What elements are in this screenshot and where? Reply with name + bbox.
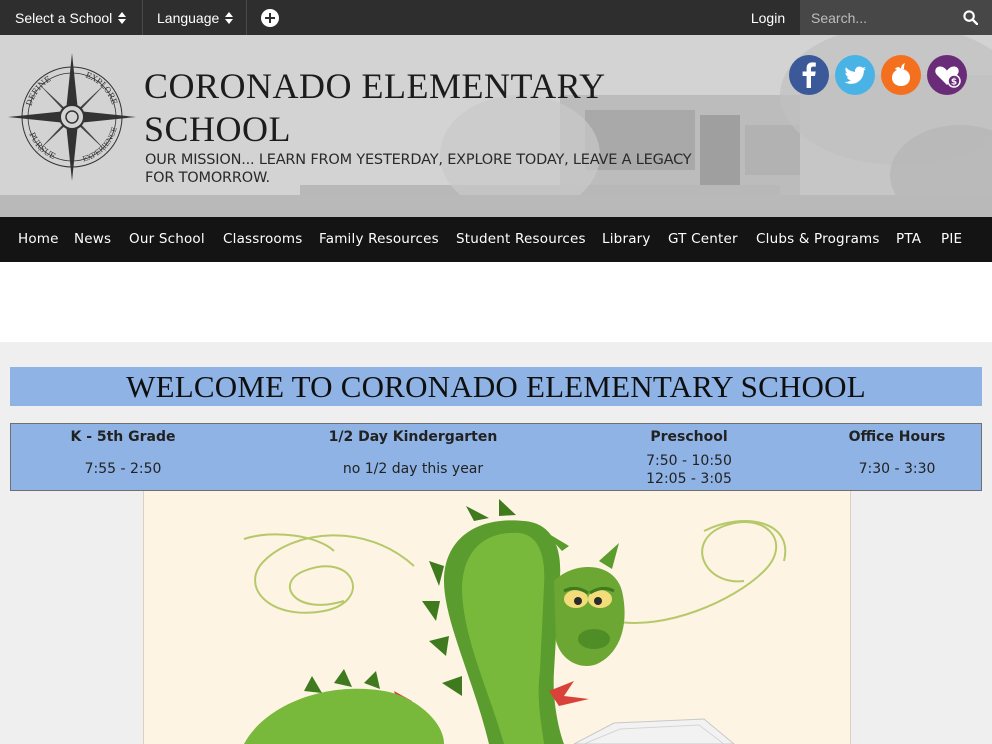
header-banner: DEFINE EXPLORE EXPERIENCE PURSUE CORONAD…: [0, 35, 992, 217]
welcome-banner: WELCOME TO CORONADO ELEMENTARY SCHOOL: [10, 367, 982, 406]
nav-student-resources[interactable]: Student Resources: [456, 217, 586, 262]
nav-pie[interactable]: PIE: [941, 217, 962, 262]
login-link[interactable]: Login: [736, 0, 800, 35]
nav-clubs-programs[interactable]: Clubs & Programs: [756, 217, 880, 262]
peachjar-link[interactable]: [881, 55, 921, 95]
utility-bar: Select a School Language Login: [0, 0, 992, 35]
hours-column-office: Office Hours 7:30 - 3:30: [807, 424, 987, 490]
content-spacer: [0, 262, 992, 342]
plus-circle-icon: [261, 8, 279, 27]
school-hours-table: K - 5th Grade 7:55 - 2:50 1/2 Day Kinder…: [10, 423, 982, 491]
quick-links-button[interactable]: [247, 0, 293, 35]
search-icon[interactable]: [963, 10, 978, 25]
donate-icon: $: [935, 66, 961, 88]
hours-header: K - 5th Grade: [70, 429, 176, 445]
welcome-heading: WELCOME TO CORONADO ELEMENTARY SCHOOL: [126, 368, 866, 404]
hours-header: Preschool: [650, 429, 728, 445]
language-selector[interactable]: Language: [143, 0, 247, 35]
svg-text:$: $: [951, 78, 957, 88]
nav-classrooms[interactable]: Classrooms: [223, 217, 302, 262]
search-box: [800, 0, 992, 35]
hours-column-preschool: Preschool 7:50 - 10:50 12:05 - 3:05: [599, 424, 779, 490]
school-selector[interactable]: Select a School: [0, 0, 143, 35]
hours-value-line: 7:50 - 10:50: [646, 453, 732, 469]
site-title[interactable]: CORONADO ELEMENTARY SCHOOL: [144, 65, 624, 151]
hours-header: Office Hours: [848, 429, 946, 445]
hours-header: 1/2 Day Kindergarten: [328, 429, 498, 445]
twitter-link[interactable]: [835, 55, 875, 95]
hours-value-line: 12:05 - 3:05: [646, 471, 732, 487]
hours-column-k5: K - 5th Grade 7:55 - 2:50: [23, 424, 223, 490]
facebook-link[interactable]: [789, 55, 829, 95]
main-navigation: Home News Our School Classrooms Family R…: [0, 217, 992, 262]
hours-value: no 1/2 day this year: [342, 461, 484, 477]
nav-family-resources[interactable]: Family Resources: [319, 217, 439, 262]
school-selector-label: Select a School: [15, 9, 113, 26]
sort-icon: [225, 11, 234, 24]
hours-value: 7:50 - 10:50 12:05 - 3:05: [599, 452, 779, 488]
hours-value: 7:30 - 3:30: [858, 461, 936, 477]
twitter-icon: [844, 66, 866, 84]
nav-gt-center[interactable]: GT Center: [668, 217, 738, 262]
mission-statement: OUR MISSION... LEARN FROM YESTERDAY, EXP…: [145, 152, 692, 186]
dragon-reading-image: [243, 499, 787, 744]
peachjar-icon: [892, 63, 910, 86]
nav-pta[interactable]: PTA: [896, 217, 921, 262]
nav-news[interactable]: News: [74, 217, 111, 262]
nav-home[interactable]: Home: [18, 217, 59, 262]
nav-library[interactable]: Library: [602, 217, 651, 262]
search-input[interactable]: [811, 9, 961, 26]
hours-value: 7:55 - 2:50: [84, 461, 162, 477]
compass-logo: DEFINE EXPLORE EXPERIENCE PURSUE: [8, 53, 136, 181]
hours-column-half-day-k: 1/2 Day Kindergarten no 1/2 day this yea…: [293, 424, 533, 490]
language-selector-label: Language: [157, 9, 220, 26]
sort-icon: [118, 11, 127, 24]
nav-our-school[interactable]: Our School: [129, 217, 205, 262]
facebook-icon: [802, 62, 816, 88]
dragon-illustration: [143, 491, 851, 744]
donate-link[interactable]: $: [927, 55, 967, 95]
